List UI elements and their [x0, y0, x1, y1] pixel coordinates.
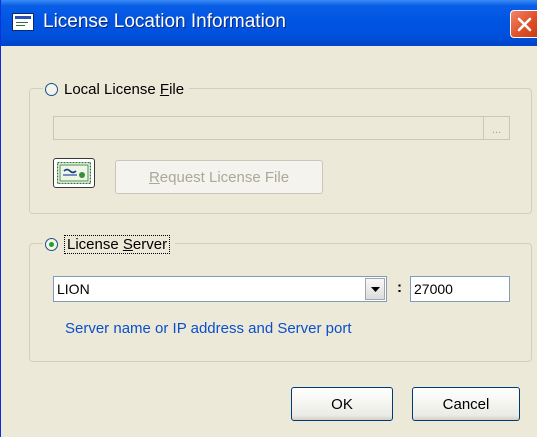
- license-server-group: [29, 243, 532, 362]
- server-port-value: 27000: [414, 281, 453, 297]
- ok-button[interactable]: OK: [291, 387, 393, 421]
- cancel-button[interactable]: Cancel: [412, 387, 520, 421]
- local-license-label: Local License File: [64, 80, 185, 98]
- license-server-label: License Server: [64, 234, 171, 254]
- title-bar[interactable]: License Location Information: [1, 0, 537, 46]
- certificate-icon: [57, 162, 91, 184]
- request-license-file-button[interactable]: Request License File: [115, 160, 323, 194]
- local-license-group: [29, 88, 532, 214]
- license-file-path-input[interactable]: ...: [53, 116, 510, 140]
- close-icon: [517, 17, 532, 32]
- port-separator: :: [397, 279, 402, 296]
- server-hint-text: Server name or IP address and Server por…: [65, 320, 352, 337]
- server-port-input[interactable]: 27000: [410, 276, 510, 302]
- local-license-radio[interactable]: Local License File: [43, 79, 190, 99]
- chevron-down-icon: [371, 287, 380, 292]
- dialog-app-icon: [12, 13, 34, 31]
- certificate-button[interactable]: [53, 158, 95, 188]
- close-button[interactable]: [510, 10, 537, 38]
- browse-button[interactable]: ...: [483, 117, 509, 139]
- license-dialog: License Location Information Local Licen…: [0, 0, 537, 437]
- license-server-radio-circle[interactable]: [45, 237, 58, 251]
- window-title: License Location Information: [43, 11, 286, 32]
- server-name-value: LION: [57, 281, 90, 297]
- local-license-radio-circle[interactable]: [45, 82, 58, 96]
- license-server-radio[interactable]: License Server: [43, 234, 176, 254]
- server-name-combobox[interactable]: LION: [53, 276, 387, 302]
- server-dropdown-button[interactable]: [365, 278, 385, 300]
